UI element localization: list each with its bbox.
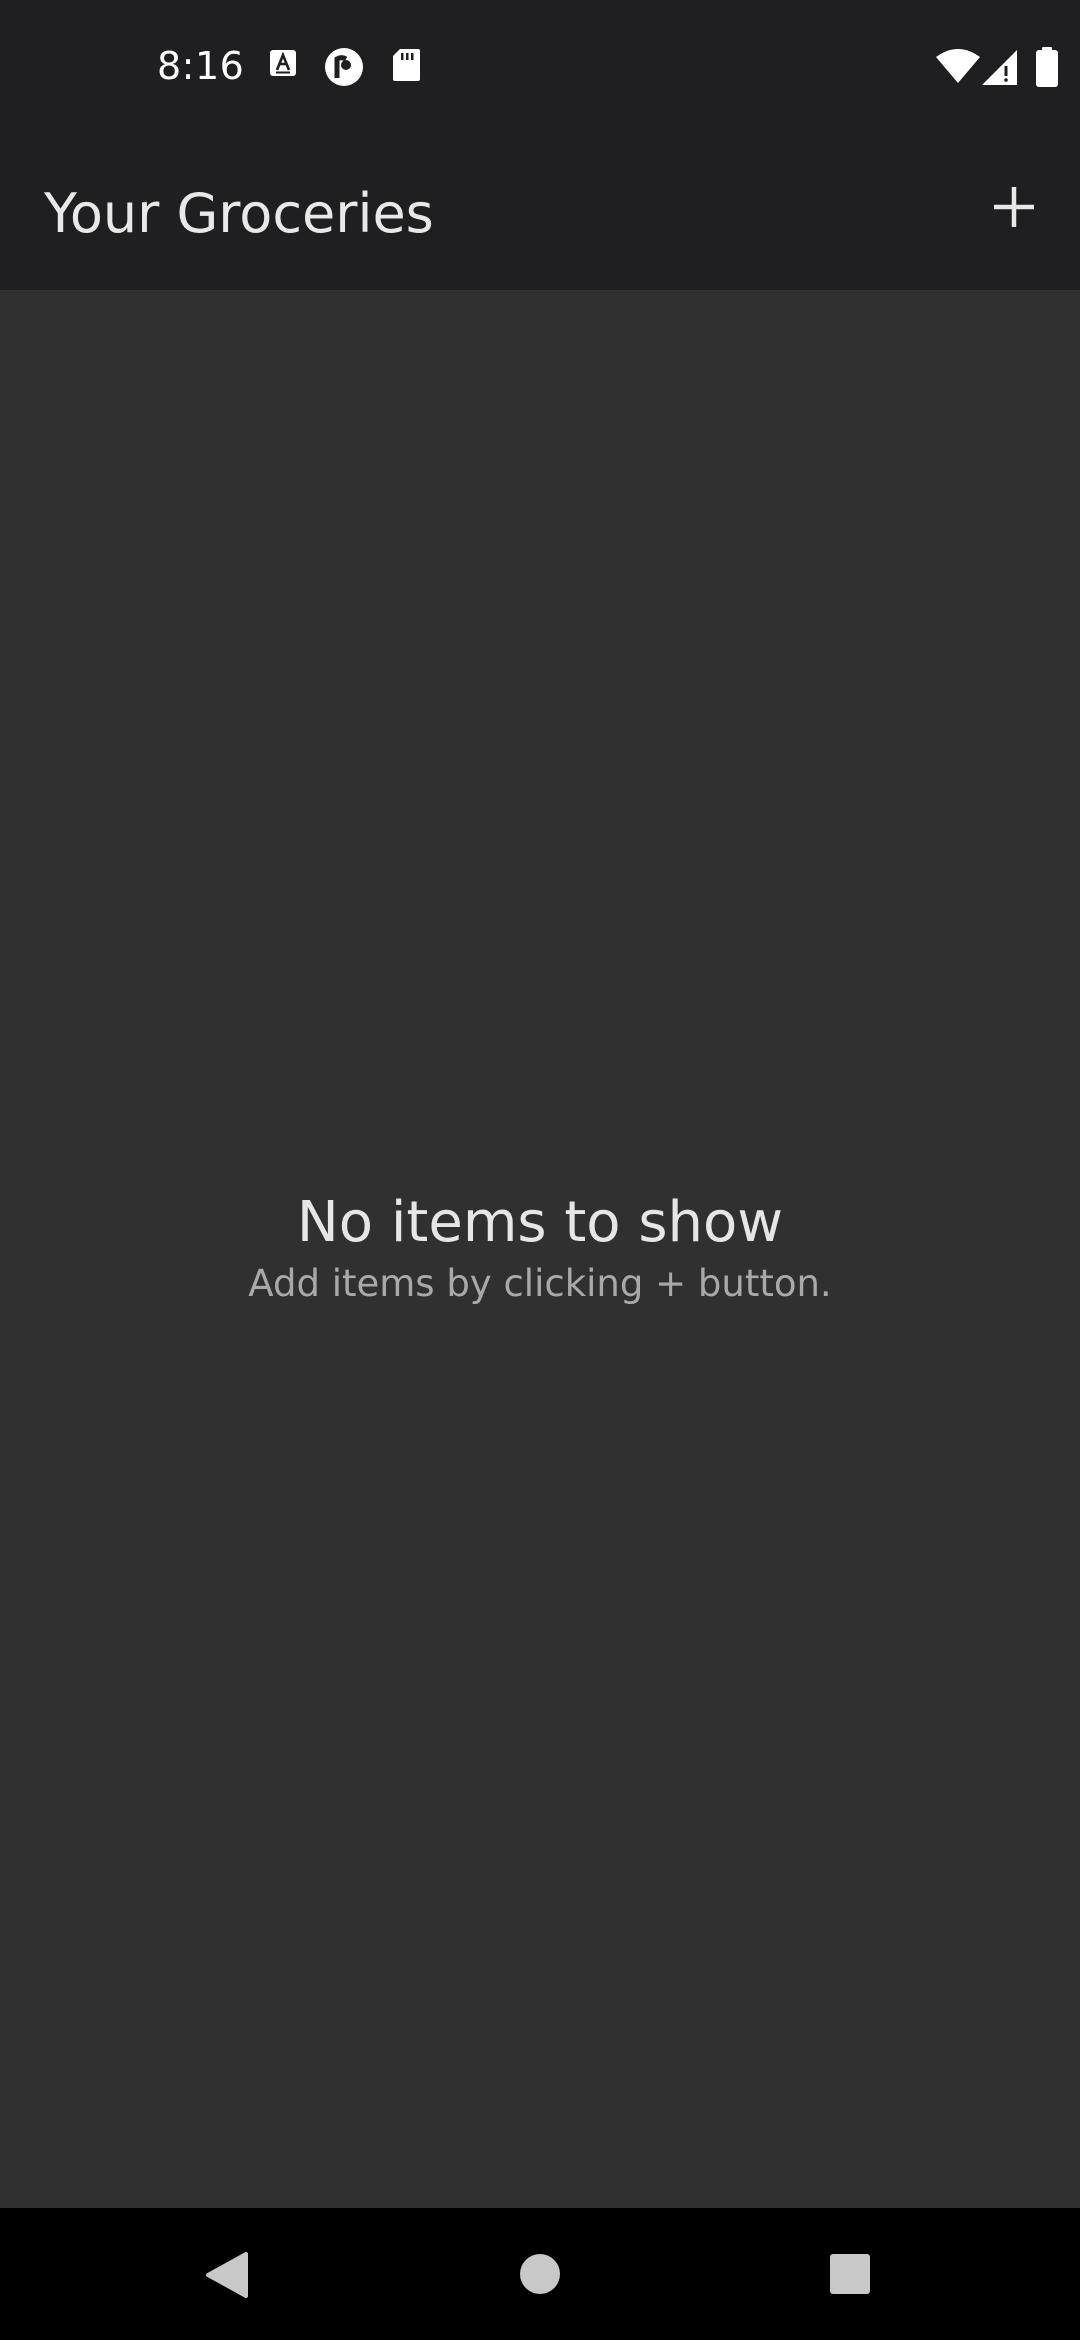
- home-button[interactable]: [498, 2232, 582, 2316]
- screen: 8:16 Your Groceries No items to show Add…: [0, 0, 1080, 2340]
- home-icon: [520, 2254, 560, 2294]
- status-bar: 8:16: [0, 0, 1080, 132]
- add-item-button[interactable]: [972, 165, 1056, 249]
- back-button[interactable]: [184, 2232, 268, 2316]
- recents-button[interactable]: [808, 2232, 892, 2316]
- recents-icon: [830, 2254, 870, 2294]
- battery-icon: [1036, 47, 1058, 91]
- empty-state-subtitle: Add items by clicking + button.: [248, 1262, 832, 1305]
- empty-state: No items to show Add items by clicking +…: [0, 1188, 1080, 1308]
- plus-icon: [994, 187, 1034, 227]
- sd-card-icon: [392, 48, 420, 86]
- empty-state-title: No items to show: [296, 1190, 784, 1255]
- cell-signal-icon: [982, 50, 1018, 90]
- text-a-icon: [268, 48, 298, 82]
- page-title: Your Groceries: [44, 182, 434, 245]
- pocket-casts-icon: [324, 47, 364, 91]
- wifi-icon: [936, 49, 980, 89]
- back-icon: [206, 2252, 248, 2298]
- status-time: 8:16: [157, 44, 245, 88]
- navigation-bar: [0, 2208, 1080, 2340]
- app-bar: Your Groceries: [0, 132, 1080, 290]
